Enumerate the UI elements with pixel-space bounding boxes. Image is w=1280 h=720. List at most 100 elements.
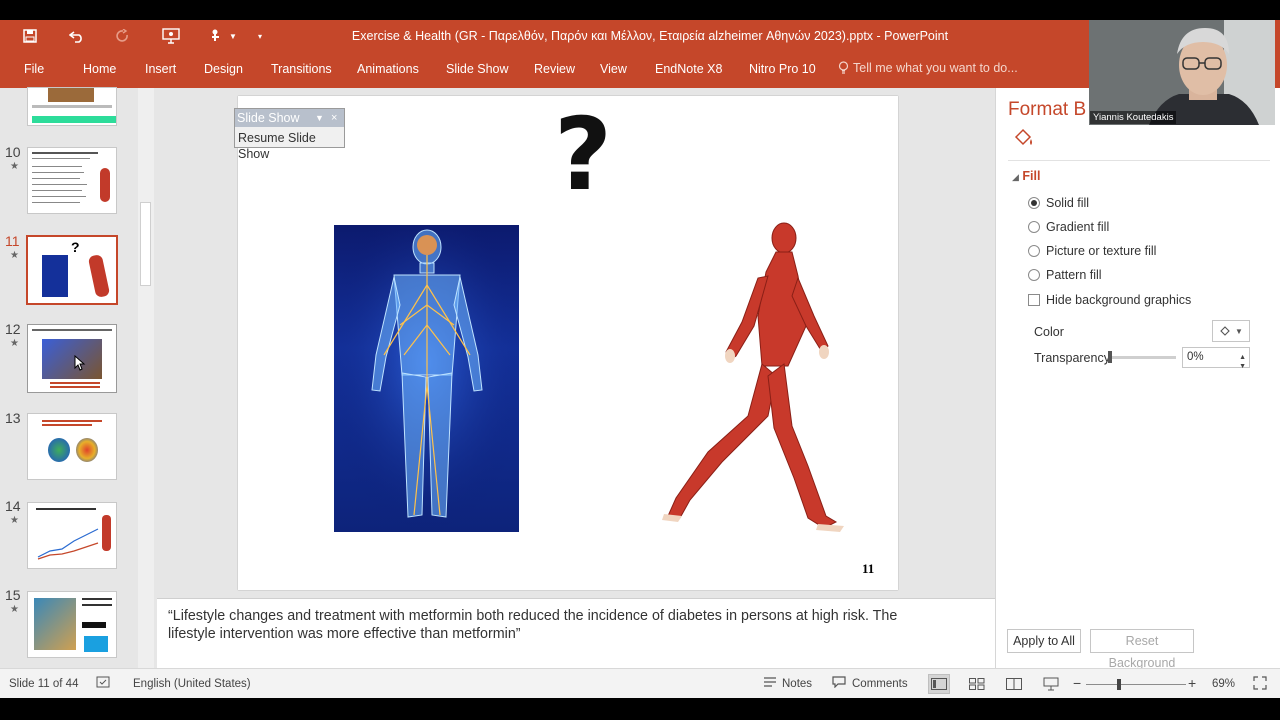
- window-title: Exercise & Health (GR - Παρελθόν, Παρόν …: [351, 29, 949, 43]
- slide-counter: Slide 11 of 44: [9, 678, 79, 690]
- nervous-system-image[interactable]: [334, 225, 519, 532]
- participant-name: Yiannis Koutedakis: [1090, 111, 1177, 124]
- radio-selected[interactable]: [1028, 197, 1040, 209]
- checkbox[interactable]: [1028, 294, 1040, 306]
- zoom-level[interactable]: 69%: [1212, 678, 1235, 690]
- fit-to-window-icon[interactable]: [1253, 676, 1267, 693]
- question-mark-text[interactable]: ?: [543, 96, 623, 213]
- save-icon[interactable]: [19, 26, 41, 46]
- scrollbar-thumb[interactable]: [140, 202, 151, 286]
- radio[interactable]: [1028, 245, 1040, 257]
- tab-endnote[interactable]: EndNote X8: [655, 62, 722, 76]
- zoom-out-icon[interactable]: −: [1073, 675, 1081, 691]
- running-man-image[interactable]: [658, 216, 848, 536]
- animation-star-icon: ★: [10, 338, 19, 349]
- language-indicator[interactable]: English (United States): [133, 678, 251, 690]
- notes-toggle[interactable]: Notes: [782, 678, 812, 690]
- slide-thumb-15[interactable]: [27, 591, 117, 658]
- slide-thumb-14[interactable]: [27, 502, 117, 569]
- animation-star-icon: ★: [10, 161, 19, 172]
- slide-thumb-9[interactable]: [27, 87, 117, 126]
- tab-file[interactable]: File: [24, 62, 44, 76]
- title-bar: ▼ ▾ Exercise & Health (GR - Παρελθόν, Πα…: [0, 20, 1280, 52]
- fill-section-header[interactable]: ◢ Fill: [1012, 169, 1040, 183]
- solid-fill-option[interactable]: Solid fill: [1028, 196, 1089, 210]
- zoom-slider[interactable]: [1086, 684, 1186, 685]
- dropdown-icon[interactable]: ▼: [315, 109, 324, 127]
- tab-design[interactable]: Design: [204, 62, 243, 76]
- letterbox-top: [0, 0, 1280, 20]
- gradient-fill-option[interactable]: Gradient fill: [1028, 220, 1109, 234]
- tab-slide-show[interactable]: Slide Show: [446, 62, 509, 76]
- slide-thumbnails-pane[interactable]: 10 ★ 11 ★ ? 12 ★ 13 14 ★ 15 ★: [0, 87, 157, 668]
- slide-thumb-13[interactable]: [27, 413, 117, 480]
- transparency-slider[interactable]: [1108, 356, 1176, 359]
- radio[interactable]: [1028, 269, 1040, 281]
- divider: [1008, 160, 1270, 161]
- transparency-slider-handle[interactable]: [1108, 351, 1112, 363]
- tell-me-box[interactable]: Tell me what you want to do...: [838, 61, 1018, 75]
- comments-icon[interactable]: [832, 676, 846, 691]
- tab-home[interactable]: Home: [83, 62, 116, 76]
- thumb-number-14: 14: [5, 498, 21, 514]
- tab-animations[interactable]: Animations: [357, 62, 419, 76]
- fill-bucket-icon[interactable]: [1012, 128, 1034, 148]
- undo-icon[interactable]: [66, 26, 88, 46]
- reading-view-icon[interactable]: [1003, 674, 1025, 694]
- tab-transitions[interactable]: Transitions: [271, 62, 332, 76]
- toolbar-header[interactable]: Slide Show ▼ ×: [235, 109, 344, 127]
- ribbon: File Home Insert Design Transitions Anim…: [0, 52, 1280, 88]
- tab-view[interactable]: View: [600, 62, 627, 76]
- letterbox-bottom: [0, 698, 1280, 720]
- slide-number: 11: [862, 561, 875, 576]
- color-picker-button[interactable]: ▼: [1212, 320, 1250, 342]
- customize-icon[interactable]: ▾: [249, 26, 271, 46]
- comments-toggle[interactable]: Comments: [852, 678, 908, 690]
- slide-show-view-icon[interactable]: [1040, 674, 1062, 694]
- tab-nitro[interactable]: Nitro Pro 10: [749, 62, 816, 76]
- thumbnails-scrollbar[interactable]: [138, 88, 154, 668]
- slide-thumb-11-selected[interactable]: ?: [26, 235, 118, 305]
- chevron-down-icon: ▼: [1235, 326, 1243, 336]
- webcam-video: Yiannis Koutedakis: [1089, 20, 1275, 125]
- pane-title: Format B: [1008, 99, 1087, 120]
- zoom-slider-handle[interactable]: [1117, 679, 1121, 690]
- close-icon[interactable]: ×: [331, 109, 337, 127]
- touch-dropdown-icon[interactable]: ▼: [222, 26, 244, 46]
- apply-to-all-button[interactable]: Apply to All: [1007, 629, 1081, 653]
- lightbulb-icon: [838, 61, 849, 74]
- present-icon[interactable]: [160, 26, 182, 46]
- zoom-in-icon[interactable]: +: [1188, 675, 1196, 691]
- slide-thumb-10[interactable]: [27, 147, 117, 214]
- radio[interactable]: [1028, 221, 1040, 233]
- normal-view-icon[interactable]: [928, 674, 950, 694]
- transparency-label: Transparency: [1034, 351, 1110, 365]
- picture-fill-option[interactable]: Picture or texture fill: [1028, 244, 1156, 258]
- reset-background-button[interactable]: Reset Background: [1090, 629, 1194, 670]
- thumb-number-13: 13: [5, 410, 21, 426]
- pattern-fill-option[interactable]: Pattern fill: [1028, 268, 1102, 282]
- slide-thumb-12[interactable]: [27, 324, 117, 393]
- slide-sorter-view-icon[interactable]: [966, 674, 988, 694]
- format-background-pane: Format B ◢ Fill Solid fill Gradient fill…: [995, 88, 1280, 670]
- thumb-number-12: 12: [5, 321, 21, 337]
- tab-insert[interactable]: Insert: [145, 62, 176, 76]
- notes-text[interactable]: “Lifestyle changes and treatment with me…: [168, 607, 948, 643]
- toolbar-title: Slide Show: [237, 111, 300, 125]
- thumb-number-11: 11: [5, 233, 20, 249]
- powerpoint-window: ▼ ▾ Exercise & Health (GR - Παρελθόν, Πα…: [0, 0, 1280, 720]
- color-label: Color: [1034, 325, 1064, 339]
- transparency-input[interactable]: 0% ▲ ▼: [1182, 347, 1250, 370]
- spelling-check-icon[interactable]: [96, 675, 110, 692]
- slide-show-floating-toolbar[interactable]: Slide Show ▼ × Resume Slide Show: [234, 108, 345, 161]
- paint-bucket-icon: [1220, 326, 1230, 336]
- hide-background-graphics-checkbox[interactable]: Hide background graphics: [1028, 293, 1191, 307]
- notes-icon[interactable]: [763, 676, 777, 691]
- notes-pane[interactable]: “Lifestyle changes and treatment with me…: [157, 598, 995, 668]
- resume-slide-show-button[interactable]: Resume Slide Show: [238, 130, 344, 162]
- slide-11[interactable]: ? 11: [238, 96, 898, 590]
- status-bar: Slide 11 of 44 English (United States) N…: [0, 668, 1280, 698]
- tab-review[interactable]: Review: [534, 62, 575, 76]
- spin-down-icon[interactable]: ▼: [1239, 357, 1246, 376]
- redo-icon[interactable]: [112, 26, 134, 46]
